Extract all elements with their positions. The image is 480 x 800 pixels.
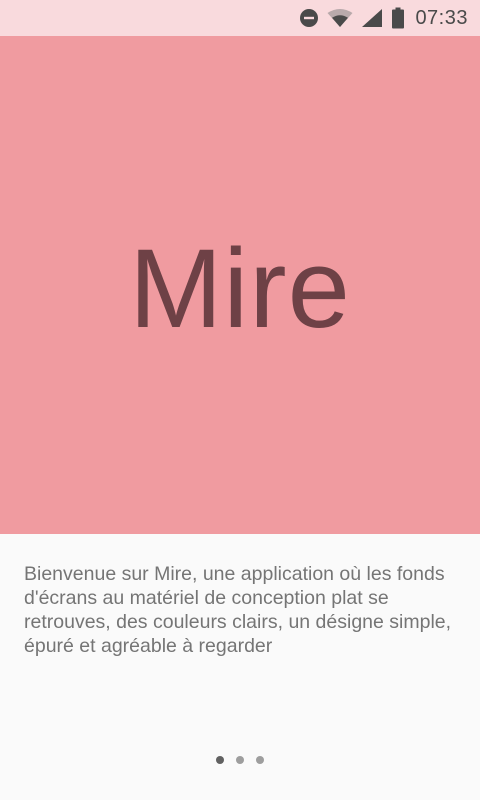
status-bar: 07:33 [0,0,480,36]
page-indicator [0,756,480,764]
intro-description: Bienvenue sur Mire, une application où l… [24,563,452,657]
page-dot-1[interactable] [216,756,224,764]
status-time: 07:33 [415,6,468,29]
intro-panel: Bienvenue sur Mire, une application où l… [0,534,480,800]
battery-icon [391,7,405,29]
page-dot-2[interactable] [236,756,244,764]
page-dot-3[interactable] [256,756,264,764]
wifi-icon [327,8,353,28]
do-not-disturb-icon [299,8,319,28]
app-title: Mire [129,226,351,351]
hero-banner: Mire [0,36,480,534]
signal-icon [361,8,383,28]
onboarding-screen: 07:33 Mire Bienvenue sur Mire, une appli… [0,0,480,800]
